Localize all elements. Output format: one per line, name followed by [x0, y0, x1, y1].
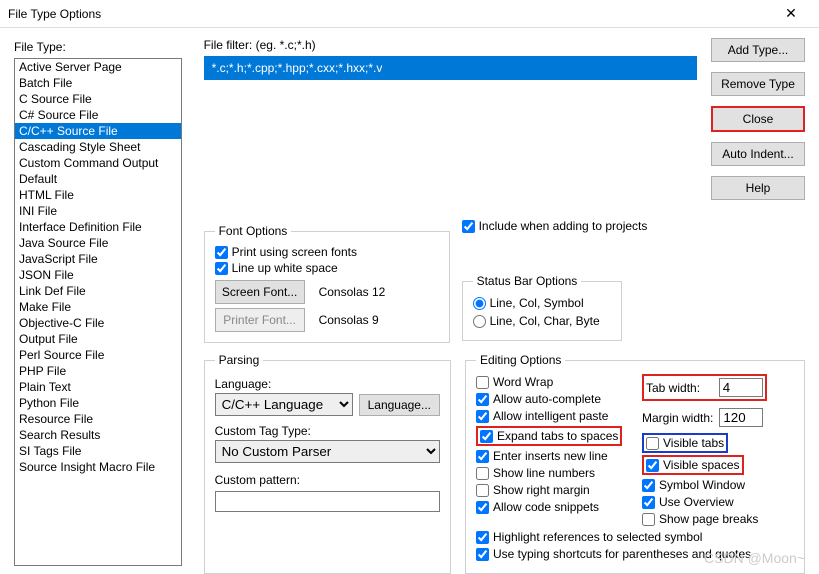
- printer-font-value: Consolas 9: [319, 313, 379, 327]
- file-type-item[interactable]: Custom Command Output: [15, 155, 181, 171]
- include-projects-checkbox[interactable]: Include when adding to projects: [462, 218, 805, 234]
- window-title: File Type Options: [8, 7, 771, 21]
- file-type-item[interactable]: Resource File: [15, 411, 181, 427]
- file-type-item[interactable]: C/C++ Source File: [15, 123, 181, 139]
- print-screen-fonts-checkbox[interactable]: Print using screen fonts: [215, 244, 439, 260]
- file-type-item[interactable]: HTML File: [15, 187, 181, 203]
- file-type-item[interactable]: Cascading Style Sheet: [15, 139, 181, 155]
- file-type-item[interactable]: Default: [15, 171, 181, 187]
- remove-type-button[interactable]: Remove Type: [711, 72, 805, 96]
- close-icon[interactable]: ✕: [771, 5, 811, 22]
- show-right-margin-checkbox[interactable]: Show right margin: [476, 482, 634, 498]
- page-breaks-checkbox[interactable]: Show page breaks: [642, 511, 794, 527]
- file-type-listbox[interactable]: Active Server PageBatch FileC Source Fil…: [14, 58, 182, 566]
- screen-font-button[interactable]: Screen Font...: [215, 280, 305, 304]
- file-type-item[interactable]: Source Insight Macro File: [15, 459, 181, 475]
- file-type-item[interactable]: C Source File: [15, 91, 181, 107]
- expand-tabs-checkbox[interactable]: Expand tabs to spaces: [480, 428, 618, 444]
- file-type-item[interactable]: Output File: [15, 331, 181, 347]
- close-button[interactable]: Close: [711, 106, 805, 132]
- language-select[interactable]: C/C++ Language: [215, 393, 353, 416]
- file-type-item[interactable]: SI Tags File: [15, 443, 181, 459]
- parsing-group: Parsing Language: C/C++ Language Languag…: [204, 353, 451, 574]
- parsing-legend: Parsing: [215, 353, 264, 367]
- file-type-label: File Type:: [14, 40, 182, 54]
- file-type-panel: File Type: Active Server PageBatch FileC…: [0, 28, 186, 574]
- language-label: Language:: [215, 377, 440, 391]
- show-line-numbers-checkbox[interactable]: Show line numbers: [476, 465, 634, 481]
- help-button[interactable]: Help: [711, 176, 805, 200]
- status-bar-legend: Status Bar Options: [473, 274, 582, 288]
- tab-width-label: Tab width:: [646, 381, 700, 395]
- symbol-window-checkbox[interactable]: Symbol Window: [642, 477, 794, 493]
- file-type-item[interactable]: JavaScript File: [15, 251, 181, 267]
- lineup-whitespace-checkbox[interactable]: Line up white space: [215, 260, 439, 276]
- status-bar-group: Status Bar Options Line, Col, Symbol Lin…: [462, 274, 622, 341]
- file-type-item[interactable]: Active Server Page: [15, 59, 181, 75]
- highlight-refs-checkbox[interactable]: Highlight references to selected symbol: [476, 529, 794, 545]
- printer-font-button[interactable]: Printer Font...: [215, 308, 305, 332]
- font-options-legend: Font Options: [215, 224, 292, 238]
- file-type-item[interactable]: JSON File: [15, 267, 181, 283]
- file-type-item[interactable]: Link Def File: [15, 283, 181, 299]
- margin-width-label: Margin width:: [642, 411, 713, 425]
- editing-options-group: Editing Options Word Wrap Allow auto-com…: [465, 353, 805, 574]
- margin-width-input[interactable]: [719, 408, 763, 427]
- custom-tag-select[interactable]: No Custom Parser: [215, 440, 440, 463]
- file-type-item[interactable]: PHP File: [15, 363, 181, 379]
- enter-newline-checkbox[interactable]: Enter inserts new line: [476, 448, 634, 464]
- screen-font-value: Consolas 12: [319, 285, 386, 299]
- visible-spaces-checkbox[interactable]: Visible spaces: [646, 457, 740, 473]
- file-type-item[interactable]: Make File: [15, 299, 181, 315]
- tab-width-input[interactable]: [719, 378, 763, 397]
- status-lcs-radio[interactable]: Line, Col, Symbol: [473, 294, 611, 312]
- intelligent-paste-checkbox[interactable]: Allow intelligent paste: [476, 408, 634, 424]
- file-type-item[interactable]: Plain Text: [15, 379, 181, 395]
- file-type-item[interactable]: Objective-C File: [15, 315, 181, 331]
- font-options-group: Font Options Print using screen fonts Li…: [204, 224, 450, 343]
- title-bar: File Type Options ✕: [0, 0, 819, 28]
- file-type-item[interactable]: INI File: [15, 203, 181, 219]
- auto-indent-button[interactable]: Auto Indent...: [711, 142, 805, 166]
- status-lccb-radio[interactable]: Line, Col, Char, Byte: [473, 312, 611, 330]
- file-type-item[interactable]: Search Results: [15, 427, 181, 443]
- file-type-item[interactable]: Java Source File: [15, 235, 181, 251]
- use-overview-checkbox[interactable]: Use Overview: [642, 494, 794, 510]
- language-button[interactable]: Language...: [359, 394, 440, 416]
- options-panel: File filter: (eg. *.c;*.h) Add Type... R…: [186, 28, 819, 574]
- file-filter-input[interactable]: [204, 56, 697, 80]
- custom-pattern-label: Custom pattern:: [215, 473, 440, 487]
- code-snippets-checkbox[interactable]: Allow code snippets: [476, 499, 634, 515]
- auto-complete-checkbox[interactable]: Allow auto-complete: [476, 391, 634, 407]
- file-type-item[interactable]: Batch File: [15, 75, 181, 91]
- file-type-item[interactable]: C# Source File: [15, 107, 181, 123]
- file-filter-label: File filter: (eg. *.c;*.h): [204, 38, 697, 52]
- visible-tabs-checkbox[interactable]: Visible tabs: [646, 435, 724, 451]
- word-wrap-checkbox[interactable]: Word Wrap: [476, 374, 634, 390]
- add-type-button[interactable]: Add Type...: [711, 38, 805, 62]
- custom-tag-label: Custom Tag Type:: [215, 424, 440, 438]
- editing-legend: Editing Options: [476, 353, 565, 367]
- file-type-item[interactable]: Interface Definition File: [15, 219, 181, 235]
- typing-shortcuts-checkbox[interactable]: Use typing shortcuts for parentheses and…: [476, 546, 794, 562]
- file-type-item[interactable]: Perl Source File: [15, 347, 181, 363]
- main-area: File Type: Active Server PageBatch FileC…: [0, 28, 819, 574]
- custom-pattern-input[interactable]: [215, 491, 440, 512]
- file-type-item[interactable]: Python File: [15, 395, 181, 411]
